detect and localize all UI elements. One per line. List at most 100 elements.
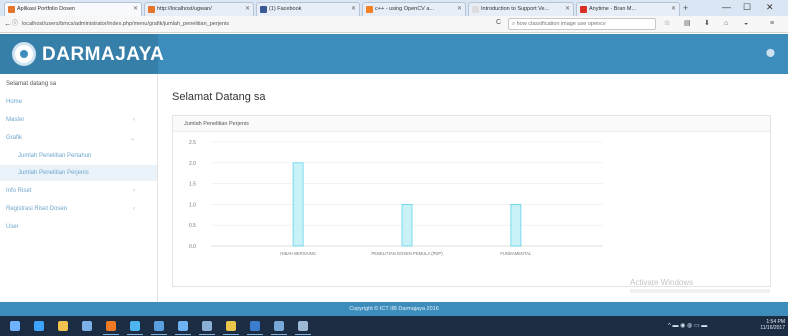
system-tray[interactable]: ^ ▬ ◉ ◍ ▭ ▬ bbox=[668, 322, 707, 329]
sidebar-item-registrasi[interactable]: Registrasi Riset Dosen ‹ bbox=[0, 201, 157, 217]
tab-title: Introduction to Support Ve... bbox=[481, 6, 550, 12]
tab-close-icon[interactable]: ✕ bbox=[133, 5, 138, 12]
tab-title: c++ - using OpenCV a... bbox=[375, 6, 435, 12]
app-tool-icon[interactable] bbox=[295, 321, 311, 335]
user-menu-icon[interactable]: ⬤ bbox=[766, 48, 776, 58]
orange-favicon-icon bbox=[148, 6, 155, 13]
sidebar-item-home[interactable]: Home bbox=[0, 94, 157, 110]
tab-close-icon[interactable]: ✕ bbox=[457, 5, 462, 12]
tab-close-icon[interactable]: ✕ bbox=[245, 5, 250, 12]
bar bbox=[401, 204, 413, 247]
tab-facebook[interactable]: (1) Facebook ✕ bbox=[256, 2, 360, 16]
url-field[interactable]: localhost/users/bmcs/administrator/index… bbox=[18, 19, 493, 30]
windows-taskbar: ^ ▬ ◉ ◍ ▭ ▬ 1:54 PM 11/16/2017 bbox=[0, 316, 788, 336]
start-icon[interactable] bbox=[10, 321, 20, 331]
pocket-icon[interactable]: ◒ bbox=[744, 19, 748, 29]
x-tick-label: FUNDAMENTAL bbox=[500, 251, 532, 256]
tab-opencv[interactable]: c++ - using OpenCV a... ✕ bbox=[362, 2, 466, 16]
sidebar-item-label: User bbox=[6, 224, 19, 230]
tab-aplikasi-portfolio[interactable]: Aplikasi Portfolio Dosen ✕ bbox=[4, 2, 142, 16]
sidebar-item-master[interactable]: Master ‹ bbox=[0, 112, 157, 128]
panel-title: Jumlah Penelitian Perjenis bbox=[184, 121, 249, 127]
app-doc-icon[interactable] bbox=[271, 321, 287, 335]
sidebar: Selamat datang sa Home Master ‹ Grafik ⌄… bbox=[0, 74, 158, 302]
sidebar-item-info-riset[interactable]: Info Riset ‹ bbox=[0, 183, 157, 199]
sidebar-item-user[interactable]: User bbox=[0, 219, 157, 235]
page-favicon-icon bbox=[472, 6, 479, 13]
copyright-text: Copyright © ICT IIB Darmajaya 2016 bbox=[349, 306, 439, 312]
y-tick-label: 1.0 bbox=[189, 202, 196, 208]
download-icon[interactable]: ⬇ bbox=[704, 19, 710, 29]
sidebar-item-label: Home bbox=[6, 99, 23, 105]
activate-windows-watermark: Activate Windows bbox=[630, 278, 694, 287]
chrome-icon[interactable] bbox=[127, 321, 143, 335]
stackoverflow-favicon-icon bbox=[366, 6, 373, 13]
sidebar-subitem-label: Jumlah Penelitian Pertahun bbox=[18, 153, 92, 159]
sidebar-item-grafik[interactable]: Grafik ⌄ bbox=[0, 130, 157, 146]
tab-title: http://localhost/ugwan/ bbox=[157, 6, 212, 12]
tab-close-icon[interactable]: ✕ bbox=[565, 5, 570, 12]
x-tick-label: HIBAH BERSAING bbox=[280, 251, 316, 256]
tab-close-icon[interactable]: ✕ bbox=[671, 5, 676, 12]
ie-icon[interactable] bbox=[34, 321, 44, 331]
bar-chart: 0.0 0.5 1.0 1.5 2.0 2.5 HIBAH BERSAING PENELITI… bbox=[189, 140, 603, 256]
site-header: DARMAJAYA ⬤ bbox=[0, 34, 788, 74]
y-tick-label: 0.5 bbox=[189, 223, 196, 229]
y-tick-label: 1.5 bbox=[189, 182, 196, 188]
sidebar-item-label: Master bbox=[6, 117, 25, 123]
main-content: Selamat Datang sa Jumlah Penelitian Perj… bbox=[158, 74, 788, 302]
page-title: Selamat Datang sa bbox=[172, 91, 266, 103]
y-tick-label: 0.0 bbox=[189, 244, 196, 250]
sidebar-subitem-perjenis[interactable]: Jumlah Penelitian Perjenis bbox=[0, 165, 157, 181]
sidebar-item-label: Info Riset bbox=[6, 188, 32, 194]
explorer-folder-icon[interactable] bbox=[58, 321, 68, 331]
reload-button[interactable]: C bbox=[496, 19, 501, 26]
tab-close-icon[interactable]: ✕ bbox=[351, 5, 356, 12]
panel-header: Jumlah Penelitian Perjenis bbox=[173, 116, 770, 132]
taskbar-clock[interactable]: 1:54 PM 11/16/2017 bbox=[760, 319, 785, 331]
library-icon[interactable]: ▤ bbox=[684, 19, 691, 29]
close-window-button[interactable]: ✕ bbox=[766, 1, 774, 13]
chevron-left-icon: ‹ bbox=[133, 188, 135, 194]
chevron-down-icon: ⌄ bbox=[129, 136, 135, 142]
chevron-left-icon: ‹ bbox=[133, 206, 135, 212]
tab-anytime[interactable]: Anytime - Bran M... ✕ bbox=[576, 2, 680, 16]
maximize-button[interactable]: ☐ bbox=[743, 1, 751, 13]
app-blue-icon[interactable] bbox=[247, 321, 263, 335]
bookmark-star-icon[interactable]: ☆ bbox=[664, 19, 670, 29]
sidebar-subitem-label: Jumlah Penelitian Perjenis bbox=[18, 170, 89, 176]
sublime-icon[interactable] bbox=[199, 321, 215, 335]
minimize-button[interactable]: — bbox=[722, 1, 731, 13]
orange-favicon-icon bbox=[8, 6, 15, 13]
sidebar-item-label: Grafik bbox=[6, 135, 23, 141]
sidebar-subitem-pertahun[interactable]: Jumlah Penelitian Pertahun bbox=[0, 148, 157, 164]
tab-localhost[interactable]: http://localhost/ugwan/ ✕ bbox=[144, 2, 254, 16]
y-tick-label: 2.5 bbox=[189, 140, 196, 146]
tab-title: Aplikasi Portfolio Dosen bbox=[17, 6, 76, 12]
store-icon[interactable] bbox=[82, 321, 92, 331]
tab-title: Anytime - Bran M... bbox=[589, 6, 637, 12]
logo-text: DARMAJAYA bbox=[42, 44, 165, 65]
sidebar-welcome: Selamat datang sa bbox=[6, 81, 57, 87]
explorer-icon[interactable] bbox=[175, 321, 191, 335]
tab-svm-intro[interactable]: Introduction to Support Ve... ✕ bbox=[468, 2, 574, 16]
back-button[interactable]: ← bbox=[4, 19, 12, 29]
search-query: how classification image use opencv bbox=[516, 21, 606, 27]
slack-icon[interactable] bbox=[223, 321, 239, 335]
watermark-subtext bbox=[630, 289, 770, 293]
home-icon[interactable]: ⌂ bbox=[724, 19, 728, 29]
search-input[interactable]: ⌕ how classification image use opencv bbox=[508, 18, 656, 30]
tab-title: (1) Facebook bbox=[269, 6, 302, 12]
new-tab-button[interactable]: + bbox=[683, 4, 688, 13]
bar bbox=[510, 204, 522, 247]
chart-panel: Jumlah Penelitian Perjenis 0.0 0.5 1.0 1.5 2… bbox=[172, 115, 771, 287]
firefox-icon[interactable] bbox=[103, 321, 119, 335]
menu-icon[interactable]: ≡ bbox=[770, 19, 774, 29]
onenote-icon[interactable] bbox=[151, 321, 167, 335]
youtube-favicon-icon bbox=[580, 6, 587, 13]
logo-area[interactable]: DARMAJAYA bbox=[0, 34, 164, 74]
chevron-left-icon: ‹ bbox=[133, 117, 135, 123]
sidebar-item-label: Registrasi Riset Dosen bbox=[6, 206, 68, 212]
x-tick-label: PENELITIAN DOSEN PEMULA (PDP) bbox=[371, 251, 443, 256]
clock-date: 11/16/2017 bbox=[760, 325, 785, 331]
